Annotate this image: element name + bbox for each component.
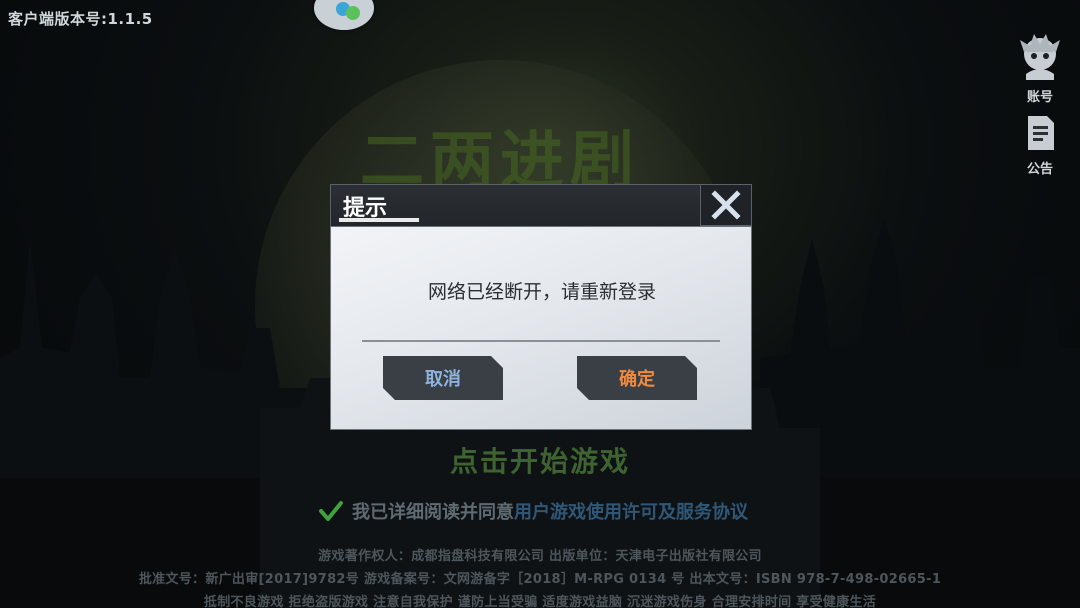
close-icon [711, 190, 741, 220]
dialog-message: 网络已经断开，请重新登录 [427, 281, 656, 303]
notice-label: 公告 [1026, 162, 1053, 177]
bubble-icon [346, 6, 360, 20]
copyright-line: 游戏著作权人：成都指盘科技有限公司 出版单位：天津电子出版社有限公司 [318, 549, 762, 564]
dialog-body: 网络已经断开，请重新登录 取消 确定 [330, 226, 752, 430]
account-avatar-icon [1020, 34, 1060, 80]
dialog-title-underline [339, 218, 419, 222]
account-label: 账号 [1026, 90, 1053, 105]
health-notice-line: 抵制不良游戏 拒绝盗版游戏 注意自我保护 谨防上当受骗 适度游戏益脑 沉迷游戏伤… [203, 595, 877, 608]
cancel-button[interactable]: 取消 [383, 356, 503, 400]
notice-document-icon [1028, 116, 1054, 150]
agreement-row: 我已详细阅读并同意 用户游戏使用许可及服务协议 [318, 497, 748, 525]
dialog-header: 提示 [330, 184, 700, 226]
client-version-label: 客户端版本号:1.1.5 [8, 10, 153, 28]
checkmark-icon[interactable] [318, 498, 344, 524]
start-game-button[interactable]: 点击开始游戏 [0, 440, 1080, 480]
dialog-close-button[interactable] [700, 184, 752, 226]
approval-line: 批准文号：新广出审[2017]9782号 游戏备案号：文网游备字［2018］M-… [138, 572, 942, 587]
notice-button[interactable]: 公告 [1014, 114, 1066, 177]
confirm-button[interactable]: 确定 [577, 356, 697, 400]
account-button[interactable]: 账号 [1014, 30, 1066, 105]
agreement-text: 我已详细阅读并同意 [352, 502, 514, 523]
dialog-divider [362, 340, 720, 342]
alert-dialog: 提示 网络已经断开，请重新登录 取消 确定 [330, 184, 752, 430]
agreement-link[interactable]: 用户游戏使用许可及服务协议 [514, 498, 748, 524]
